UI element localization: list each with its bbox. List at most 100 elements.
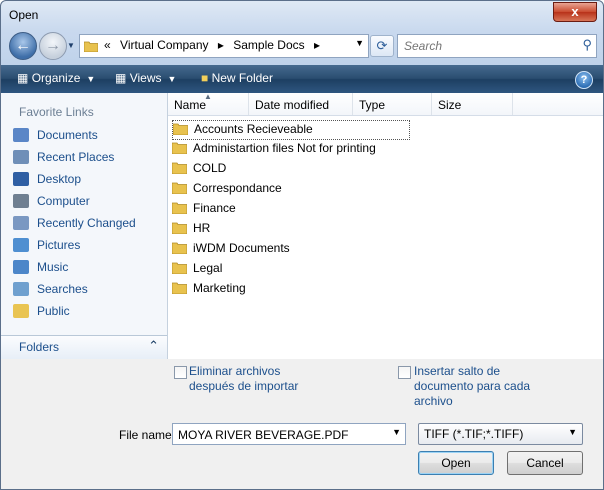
favorite-links-heading: Favorite Links bbox=[19, 105, 94, 119]
delete-after-import-checkbox[interactable] bbox=[174, 366, 187, 379]
chevron-down-icon: ▼ bbox=[167, 74, 177, 84]
new-folder-icon: ■ bbox=[201, 71, 209, 85]
table-row[interactable]: Correspondance bbox=[172, 180, 412, 198]
organize-button[interactable]: ▦ Organize ▼ bbox=[17, 71, 95, 85]
new-folder-label: New Folder bbox=[211, 71, 273, 85]
forward-button[interactable]: → bbox=[39, 32, 67, 60]
views-button[interactable]: ▦ Views ▼ bbox=[115, 71, 176, 85]
file-name: HR bbox=[193, 220, 211, 235]
computer-icon bbox=[13, 193, 29, 208]
column-size-label: Size bbox=[438, 98, 462, 112]
sidebar-item-documents[interactable]: Documents bbox=[13, 127, 163, 147]
table-row[interactable]: Administartion files Not for printing bbox=[172, 140, 412, 158]
organize-icon: ▦ bbox=[17, 71, 29, 85]
table-row[interactable]: iWDM Documents bbox=[172, 240, 412, 258]
file-name: Administartion files Not for printing bbox=[193, 140, 376, 155]
breadcrumb-separator[interactable]: ▸ bbox=[314, 38, 320, 52]
sidebar-item-recent-places[interactable]: Recent Places bbox=[13, 149, 163, 169]
search-input[interactable] bbox=[402, 37, 574, 55]
sidebar-item-label: Recently Changed bbox=[37, 215, 136, 230]
back-button[interactable]: ← bbox=[9, 32, 37, 60]
open-dialog: Open x ← → ▼ « Virtual Company ▸ Sample … bbox=[0, 0, 604, 490]
recently-changed-icon bbox=[13, 215, 29, 230]
column-size[interactable]: Size bbox=[432, 93, 513, 115]
sidebar-item-recently-changed[interactable]: Recently Changed bbox=[13, 215, 163, 235]
cancel-button[interactable]: Cancel bbox=[507, 451, 583, 475]
folder-icon bbox=[172, 282, 187, 295]
refresh-button[interactable]: ⟳ bbox=[370, 35, 394, 57]
search-box[interactable]: ⚲ bbox=[397, 34, 597, 58]
title-bar: Open x bbox=[1, 1, 603, 29]
table-row[interactable]: Accounts Recieveable bbox=[172, 120, 410, 140]
arrow-left-icon: ← bbox=[15, 37, 31, 54]
breadcrumb-separator[interactable]: ▸ bbox=[218, 38, 224, 52]
recent-pages-dropdown[interactable]: ▼ bbox=[67, 41, 77, 50]
folders-toggle[interactable]: Folders ⌃ bbox=[1, 335, 167, 360]
folder-icon bbox=[172, 242, 187, 255]
open-button[interactable]: Open bbox=[418, 451, 494, 475]
sidebar-item-label: Pictures bbox=[37, 237, 81, 252]
chevron-down-icon: ▼ bbox=[86, 74, 96, 84]
sidebar-item-desktop[interactable]: Desktop bbox=[13, 171, 163, 191]
address-bar[interactable]: « Virtual Company ▸ Sample Docs ▸ ▼ bbox=[79, 34, 369, 58]
recent-places-icon bbox=[13, 149, 29, 164]
folder-icon bbox=[172, 162, 187, 175]
views-icon: ▦ bbox=[115, 71, 127, 85]
file-name-input[interactable] bbox=[176, 425, 386, 444]
searches-icon bbox=[13, 281, 29, 296]
table-row[interactable]: HR bbox=[172, 220, 412, 238]
folders-label: Folders bbox=[19, 340, 60, 354]
search-icon[interactable]: ⚲ bbox=[582, 37, 592, 53]
sidebar-item-music[interactable]: Music bbox=[13, 259, 163, 279]
file-name: Accounts Recieveable bbox=[194, 121, 313, 136]
sidebar-item-searches[interactable]: Searches bbox=[13, 281, 163, 301]
delete-after-import-label[interactable]: Eliminar archivos después de importar bbox=[189, 364, 339, 394]
table-row[interactable]: Finance bbox=[172, 200, 412, 218]
file-name: Legal bbox=[193, 260, 223, 275]
table-row[interactable]: COLD bbox=[172, 160, 412, 178]
insert-break-checkbox[interactable] bbox=[398, 366, 411, 379]
chevron-up-icon: ⌃ bbox=[148, 338, 159, 353]
file-name: Marketing bbox=[193, 280, 246, 295]
file-name: COLD bbox=[193, 160, 227, 175]
column-type[interactable]: Type bbox=[353, 93, 432, 115]
folder-icon bbox=[172, 182, 187, 195]
sidebar-item-pictures[interactable]: Pictures bbox=[13, 237, 163, 257]
arrow-right-icon: → bbox=[45, 37, 61, 54]
chevron-down-icon[interactable]: ▼ bbox=[355, 38, 364, 48]
column-name[interactable]: ▲ Name bbox=[168, 92, 249, 115]
sidebar-item-label: Searches bbox=[37, 281, 88, 296]
folder-icon bbox=[173, 123, 188, 136]
table-row[interactable]: Legal bbox=[172, 260, 412, 278]
file-name-label: File name: bbox=[119, 428, 176, 442]
sidebar-item-label: Public bbox=[37, 303, 70, 318]
pictures-icon bbox=[13, 237, 29, 252]
column-type-label: Type bbox=[359, 98, 386, 112]
sidebar-item-label: Music bbox=[37, 259, 69, 274]
column-date-modified[interactable]: Date modified bbox=[249, 93, 353, 115]
refresh-icon: ⟳ bbox=[376, 38, 388, 53]
breadcrumb-virtual-company[interactable]: Virtual Company bbox=[120, 38, 209, 52]
sidebar-item-label: Documents bbox=[37, 127, 98, 142]
window-title: Open bbox=[9, 8, 39, 22]
sidebar-item-computer[interactable]: Computer bbox=[13, 193, 163, 213]
breadcrumb-sample-docs[interactable]: Sample Docs bbox=[233, 38, 304, 52]
file-type-select[interactable]: TIFF (*.TIF;*.TIFF) ▼ bbox=[418, 423, 583, 445]
close-button[interactable]: x bbox=[553, 2, 597, 22]
sort-arrow-icon: ▲ bbox=[204, 92, 212, 101]
help-button[interactable]: ? bbox=[575, 71, 593, 89]
insert-break-label[interactable]: Insertar salto de documento para cada ar… bbox=[414, 364, 564, 409]
file-name-combo[interactable]: ▼ bbox=[172, 423, 406, 445]
column-name-label: Name bbox=[174, 98, 207, 112]
navigation-pane: Favorite Links Documents Recent Places Des… bbox=[1, 93, 168, 360]
documents-icon bbox=[13, 127, 29, 142]
new-folder-button[interactable]: ■ New Folder bbox=[201, 71, 273, 85]
sidebar-item-public[interactable]: Public bbox=[13, 303, 163, 323]
file-type-value: TIFF (*.TIF;*.TIFF) bbox=[424, 427, 524, 441]
public-folder-icon bbox=[13, 303, 29, 318]
column-header: ▲ Name Date modified Type Size bbox=[168, 92, 603, 116]
breadcrumb-overflow[interactable]: « bbox=[104, 38, 111, 52]
chevron-down-icon[interactable]: ▼ bbox=[392, 427, 401, 437]
sidebar-item-label: Desktop bbox=[37, 171, 82, 186]
table-row[interactable]: Marketing bbox=[172, 280, 412, 298]
